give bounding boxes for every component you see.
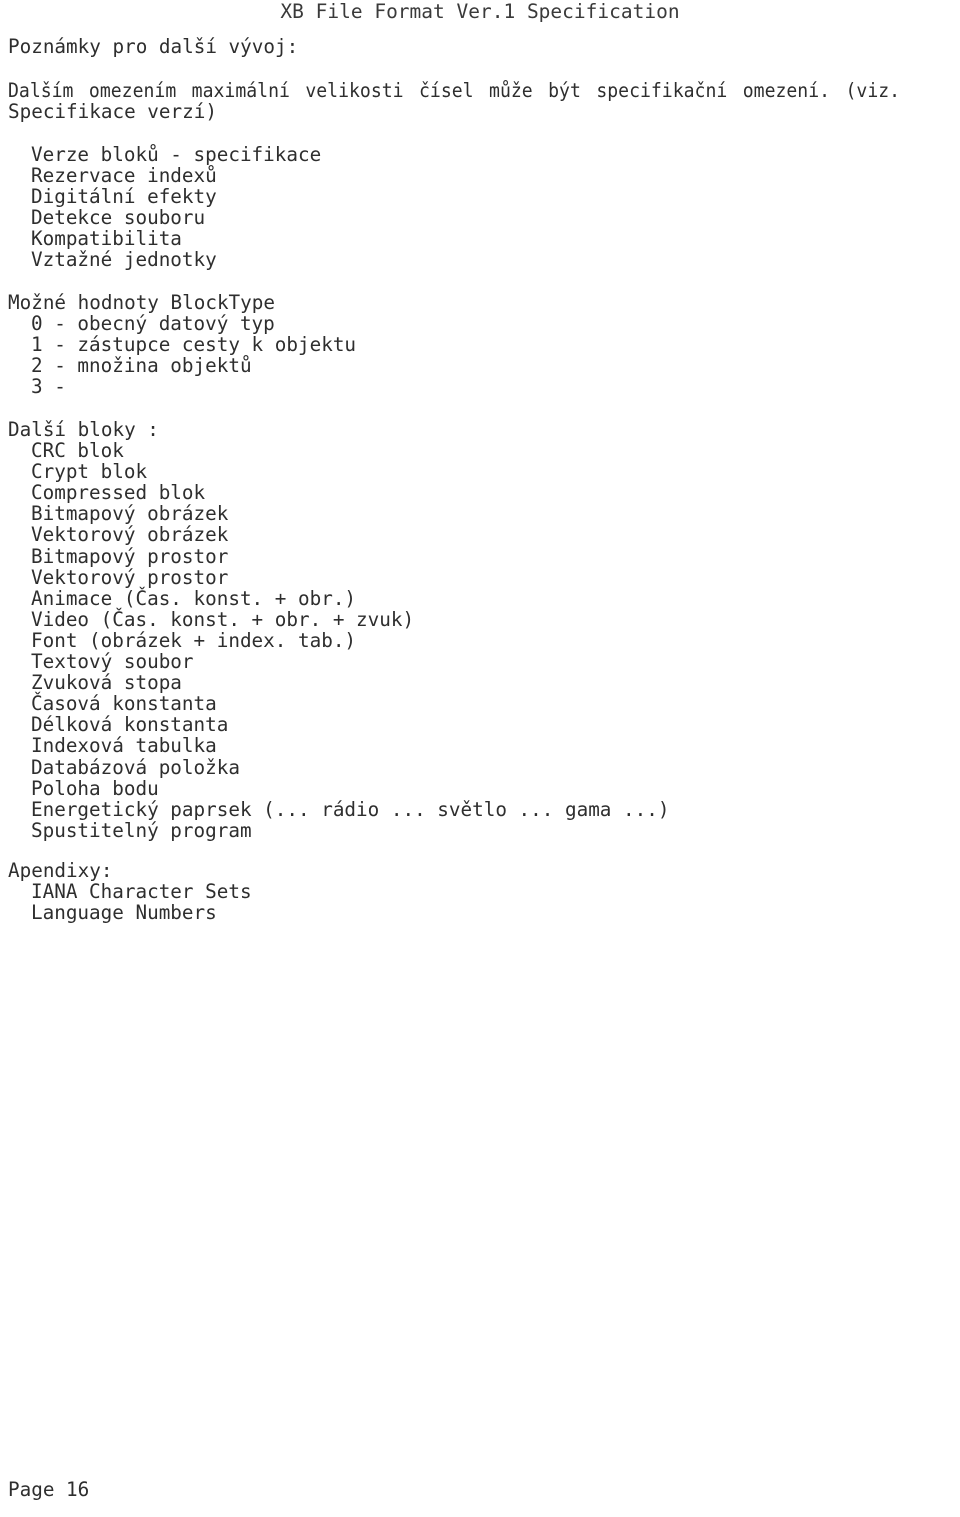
list-item: Vektorový obrázek xyxy=(31,523,229,547)
list-item: Databázová položka xyxy=(31,755,240,779)
list-item: Zvuková stopa xyxy=(31,671,182,695)
list-item: Language Numbers xyxy=(31,901,217,925)
list-item: Vektorový prostor xyxy=(31,565,229,589)
list-item: Délková konstanta xyxy=(31,713,229,737)
list-item: 2 - množina objektů xyxy=(31,354,252,378)
paragraph-line-1: Dalším omezením maximální velikosti číse… xyxy=(8,79,901,102)
list-item: Energetický paprsek (... rádio ... světl… xyxy=(31,797,670,821)
list-item: Detekce souboru xyxy=(31,206,206,230)
list-item: Kompatibilita xyxy=(31,227,182,251)
blocktype-heading: Možné hodnoty BlockType xyxy=(8,291,275,314)
list-item: Spustitelný program xyxy=(31,818,252,842)
page-footer: Page 16 xyxy=(8,1478,90,1501)
list-item: Poloha bodu xyxy=(31,776,159,800)
list-item: Bitmapový obrázek xyxy=(31,502,229,526)
list-item: CRC blok xyxy=(31,439,124,463)
document-page: XB File Format Ver.1 Specification Pozná… xyxy=(0,0,960,1517)
list-item: Rezervace indexů xyxy=(31,164,217,188)
list-item: Digitální efekty xyxy=(31,185,217,209)
list-item: Font (obrázek + index. tab.) xyxy=(31,628,357,652)
other-blocks-section: Další bloky : CRC blok Crypt blok Compre… xyxy=(8,419,669,841)
blocktype-section: Možné hodnoty BlockType 0 - obecný datov… xyxy=(8,291,357,399)
topics-list: Verze bloků - specifikace Rezervace inde… xyxy=(8,144,321,271)
appendix-heading: Apendixy: xyxy=(8,859,113,882)
appendix-section: Apendixy: IANA Character Sets Language N… xyxy=(8,860,252,923)
list-item: Animace (Čas. konst. + obr.) xyxy=(31,586,357,610)
list-item: Časová konstanta xyxy=(31,692,217,716)
other-blocks-heading: Další bloky : xyxy=(8,418,159,441)
paragraph-line-2: Specifikace verzí) xyxy=(8,100,217,123)
list-item: Indexová tabulka xyxy=(31,734,217,758)
list-item: IANA Character Sets xyxy=(31,880,252,904)
notes-heading: Poznámky pro další vývoj: xyxy=(8,35,299,58)
list-item: 0 - obecný datový typ xyxy=(31,312,275,336)
list-item: 1 - zástupce cesty k objektu xyxy=(31,333,357,357)
list-item: Textový soubor xyxy=(31,650,194,674)
list-item: Crypt blok xyxy=(31,460,148,484)
list-item: Verze bloků - specifikace xyxy=(31,143,322,166)
document-header-title: XB File Format Ver.1 Specification xyxy=(280,0,680,23)
list-item: Vztažné jednotky xyxy=(31,248,217,272)
list-item: Compressed blok xyxy=(31,481,206,505)
list-item: Video (Čas. konst. + obr. + zvuk) xyxy=(31,607,415,631)
list-item: Bitmapový prostor xyxy=(31,544,229,568)
list-item: 3 - xyxy=(31,375,66,399)
